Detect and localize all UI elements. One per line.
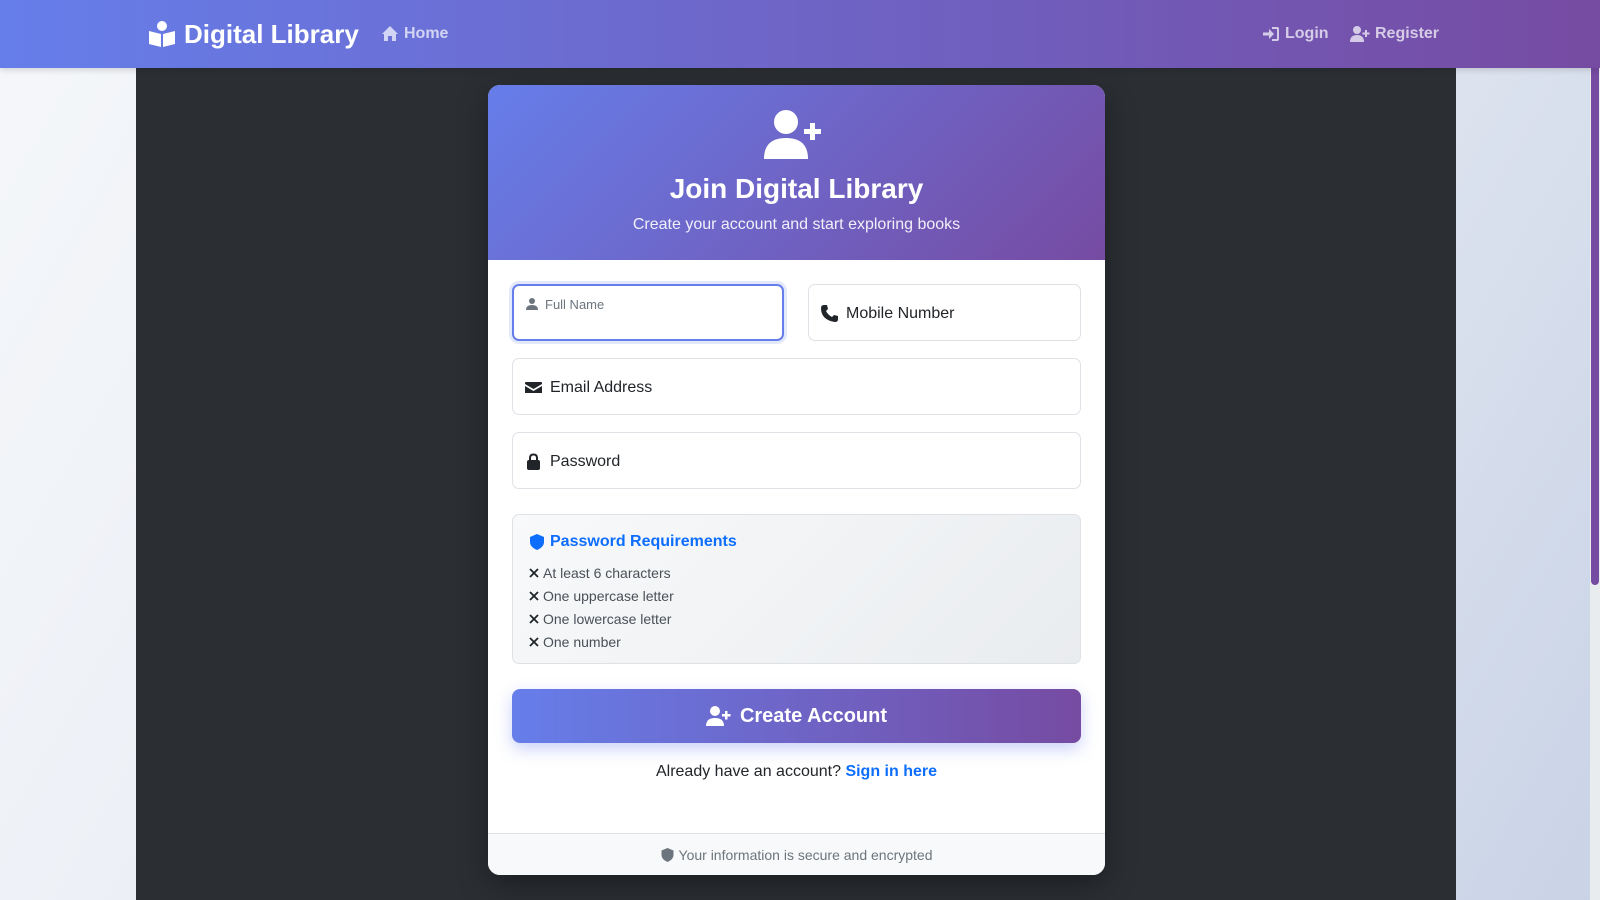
nav-login-label: Login: [1285, 25, 1329, 42]
signin-prompt-text: Already have an account?: [655, 763, 841, 780]
card-subtitle: Create your account and start exploring …: [632, 216, 961, 233]
nav-home-link[interactable]: Home: [381, 22, 448, 46]
requirement-text: One number: [543, 633, 621, 650]
shield-icon: [661, 847, 674, 862]
lock-icon: [527, 453, 540, 470]
requirement-text: One lowercase letter: [543, 610, 672, 627]
email-address-label: Email Address: [550, 379, 653, 396]
nav-register-label: Register: [1375, 25, 1440, 42]
brand-logo[interactable]: Digital Library: [148, 17, 359, 51]
requirement-item: One uppercase letter: [529, 584, 674, 607]
user-plus-icon: [1350, 26, 1370, 42]
requirements-list: At least 6 characters One uppercase lett…: [529, 561, 674, 653]
email-address-field[interactable]: Email Address: [512, 358, 1081, 415]
requirement-item: At least 6 characters: [529, 561, 674, 584]
register-card: Join Digital Library Create your account…: [488, 85, 1105, 875]
brand-name: Digital Library: [184, 18, 359, 49]
mobile-number-label: Mobile Number: [846, 305, 955, 322]
signin-link[interactable]: Sign in here: [845, 763, 937, 780]
signin-prompt: Already have an account? Sign in here: [488, 763, 1105, 781]
create-account-label: Create Account: [739, 704, 888, 727]
user-plus-icon: [705, 706, 731, 726]
mobile-number-field[interactable]: Mobile Number: [808, 284, 1081, 341]
user-plus-icon: [764, 110, 821, 159]
sign-in-icon: [1263, 27, 1279, 41]
password-label: Password: [550, 453, 621, 470]
home-icon: [382, 26, 398, 41]
requirement-item: One lowercase letter: [529, 607, 674, 630]
x-mark-icon: [529, 636, 539, 647]
requirements-title-text: Password Requirements: [550, 533, 737, 550]
x-mark-icon: [529, 613, 539, 624]
envelope-icon: [525, 382, 542, 393]
page-scrollbar[interactable]: [1590, 0, 1600, 900]
requirements-title: Password Requirements: [529, 533, 737, 551]
card-footer: Your information is secure and encrypted: [488, 833, 1105, 875]
full-name-field[interactable]: Full Name: [512, 284, 784, 341]
password-requirements: Password Requirements At least 6 charact…: [512, 514, 1081, 664]
nav-home-label: Home: [404, 25, 449, 42]
nav-login-link[interactable]: Login: [1262, 22, 1329, 46]
user-icon: [526, 298, 538, 310]
requirement-text: One uppercase letter: [543, 587, 674, 604]
top-navbar: Digital Library Home Login Register: [0, 0, 1600, 68]
nav-register-link[interactable]: Register: [1350, 22, 1439, 46]
secure-note: Your information is secure and encrypted: [678, 846, 933, 863]
password-field[interactable]: Password: [512, 432, 1081, 489]
card-header: Join Digital Library Create your account…: [488, 85, 1105, 260]
x-mark-icon: [529, 590, 539, 601]
card-title: Join Digital Library: [669, 173, 924, 204]
x-mark-icon: [529, 567, 539, 578]
requirement-text: At least 6 characters: [543, 564, 671, 581]
shield-icon: [530, 534, 544, 550]
phone-icon: [821, 305, 838, 322]
scrollbar-thumb[interactable]: [1591, 20, 1599, 585]
book-reader-icon: [149, 21, 175, 47]
full-name-label: Full Name: [545, 297, 605, 312]
requirement-item: One number: [529, 630, 674, 653]
create-account-button[interactable]: Create Account: [512, 689, 1081, 743]
